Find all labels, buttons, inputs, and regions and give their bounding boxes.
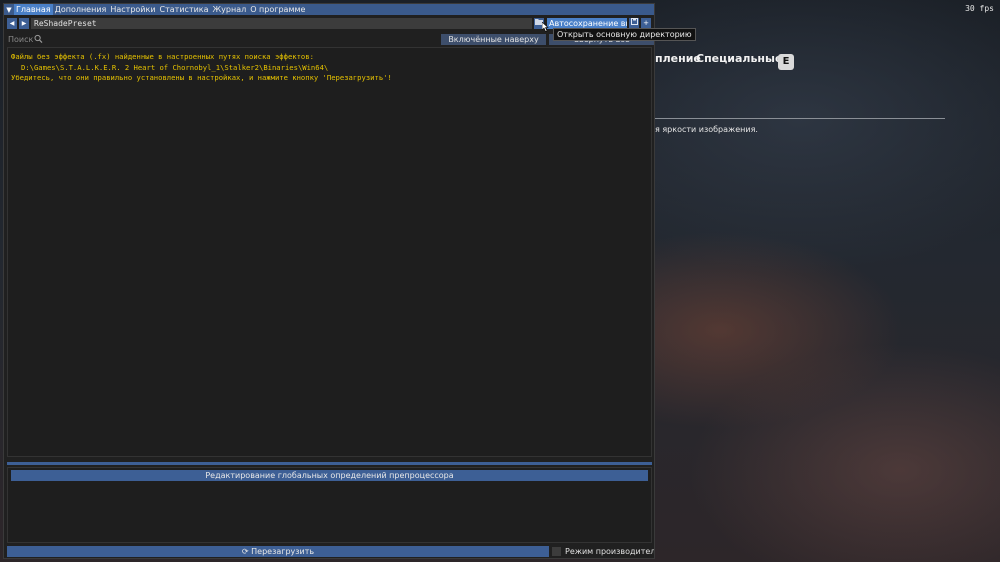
warning-hint: Убедитесь, что они правильно установлены… — [11, 73, 392, 82]
performance-mode-toggle[interactable]: Режим производительности — [552, 546, 654, 557]
fps-counter: 30 fps — [965, 4, 994, 13]
game-tab-partial[interactable]: пление — [655, 52, 701, 65]
floppy-icon — [630, 18, 638, 25]
menu-log[interactable]: Журнал — [211, 4, 249, 15]
preprocessor-panel: Редактирование глобальных определений пр… — [7, 467, 652, 543]
mouse-cursor-icon — [542, 22, 549, 32]
menu-bar: ▼ Главная Дополнения Настройки Статистик… — [4, 4, 654, 15]
warning-path: D:\Games\S.T.A.L.K.E.R. 2 Heart of Chorn… — [21, 62, 329, 72]
performance-mode-checkbox[interactable] — [552, 547, 561, 556]
panel-splitter[interactable] — [7, 462, 652, 465]
menu-addons[interactable]: Дополнения — [53, 4, 109, 15]
reload-icon: ⟳ — [241, 547, 249, 556]
menu-home[interactable]: Главная — [14, 4, 53, 15]
reshade-window: ▼ Главная Дополнения Настройки Статистик… — [3, 3, 696, 559]
game-divider — [655, 118, 945, 119]
effects-list-panel: Файлы без эффекта (.fx) найденные в наст… — [7, 47, 652, 457]
menu-statistics[interactable]: Статистика — [158, 4, 211, 15]
enabled-on-top-button[interactable]: Включённые наверху — [441, 34, 546, 45]
search-icon — [34, 34, 43, 44]
reload-label: Перезагрузить — [251, 547, 315, 556]
next-preset-icon[interactable]: ▶ — [19, 18, 29, 29]
tooltip-open-directory: Открыть основную директорию — [553, 28, 696, 41]
previous-preset-icon[interactable]: ◀ — [7, 18, 17, 29]
reload-button[interactable]: ⟳ Перезагрузить — [7, 546, 549, 557]
menu-about[interactable]: О программе — [248, 4, 307, 15]
preprocessor-header-button[interactable]: Редактирование глобальных определений пр… — [11, 470, 648, 481]
preset-selector[interactable]: ReShadePreset — [31, 18, 532, 29]
performance-mode-label: Режим производительности — [565, 547, 654, 556]
warning-line: Файлы без эффекта (.fx) найденные в наст… — [11, 52, 314, 61]
menu-settings[interactable]: Настройки — [108, 4, 157, 15]
collapse-arrow-icon[interactable]: ▼ — [4, 4, 14, 15]
game-description: я яркости изображения. — [655, 125, 758, 134]
game-key-hint: E — [778, 54, 794, 70]
search-input[interactable]: Поиск — [4, 34, 434, 45]
game-tab-special[interactable]: Специальные — [696, 52, 782, 65]
